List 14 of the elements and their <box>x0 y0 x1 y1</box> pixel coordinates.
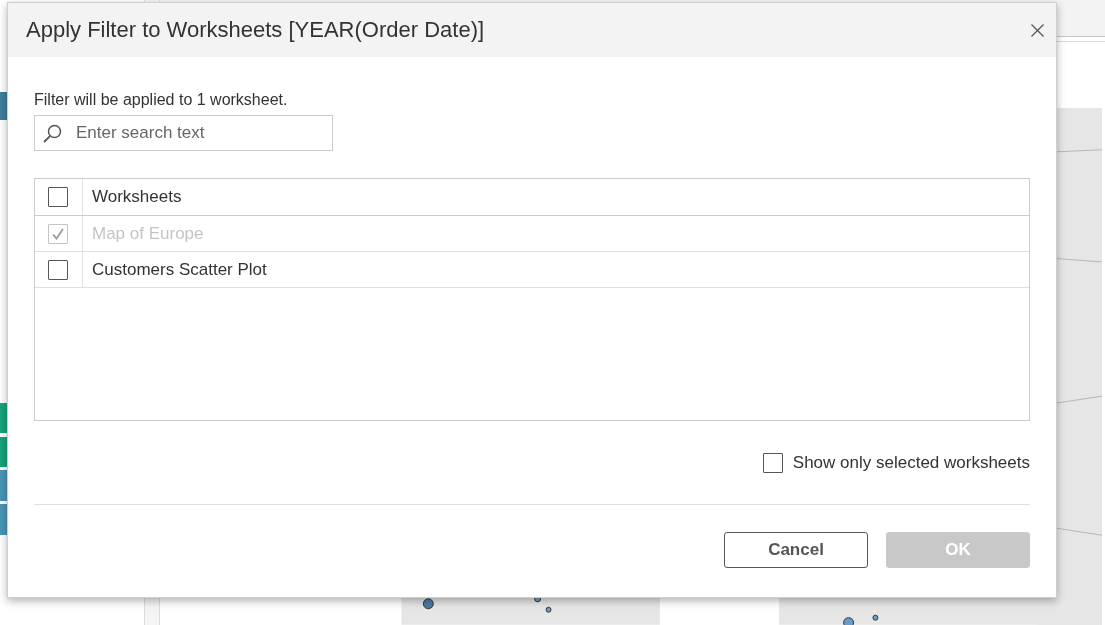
checkbox-label: Show only selected worksheets <box>792 453 1030 473</box>
worksheet-name: Customers Scatter Plot <box>92 259 267 280</box>
show-selected-checkbox[interactable] <box>762 453 783 473</box>
search-field[interactable]: Enter search text <box>34 115 333 151</box>
close-icon <box>1031 23 1044 37</box>
search-icon <box>43 124 62 143</box>
worksheet-name: Map of Europe <box>92 223 204 244</box>
close-button[interactable] <box>1031 23 1044 37</box>
select-all-checkbox[interactable] <box>48 187 68 207</box>
filter-message: Filter will be applied to 1 worksheet. <box>34 90 288 109</box>
column-header: Worksheets <box>92 187 182 207</box>
cancel-button[interactable]: Cancel <box>724 532 868 568</box>
worksheet-checkbox[interactable] <box>48 259 68 280</box>
dialog-title: Apply Filter to Worksheets [YEAR(Order Date)] <box>26 17 486 43</box>
